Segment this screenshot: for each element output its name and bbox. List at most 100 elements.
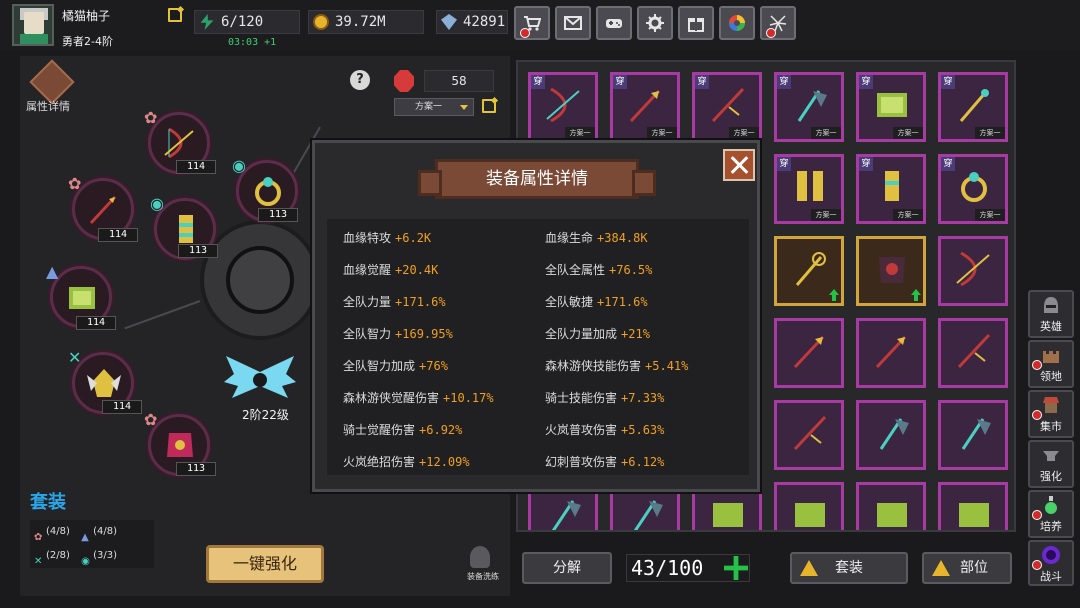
slot-level: 113 xyxy=(178,244,218,258)
gift-button[interactable] xyxy=(678,6,714,40)
inventory-item[interactable] xyxy=(938,318,1008,388)
equipment-core xyxy=(200,220,320,340)
nav-market-label: 集市 xyxy=(1040,420,1062,433)
stat-row: 全队全属性 +76.5% xyxy=(545,263,653,277)
nav-market[interactable]: 集市 xyxy=(1028,390,1074,438)
gold-counter[interactable]: 39.72M xyxy=(308,10,424,34)
inventory-item[interactable] xyxy=(774,400,844,470)
energy-counter[interactable]: 6/120 xyxy=(194,10,300,34)
plan-tag: 方案一 xyxy=(565,127,595,139)
winged-helm-icon xyxy=(87,369,121,397)
eye-icon: ◉ xyxy=(81,556,90,567)
equipped-tag: 穿 xyxy=(613,75,627,89)
nav-cultivate-label: 培养 xyxy=(1040,520,1062,533)
stat-row: 火岚普攻伤害 +5.63% xyxy=(545,423,665,437)
inventory-item[interactable] xyxy=(856,400,926,470)
bracer-icon xyxy=(885,171,899,201)
plan-dropdown[interactable]: 方案一 xyxy=(394,98,474,116)
inventory-item[interactable] xyxy=(938,236,1008,306)
gamepad-button[interactable] xyxy=(596,6,632,40)
inventory-item[interactable]: 穿 方案一 xyxy=(610,72,680,142)
equipped-tag: 穿 xyxy=(859,75,873,89)
inventory-item[interactable]: 穿 方案一 xyxy=(774,154,844,224)
player-avatar[interactable] xyxy=(12,4,54,46)
stat-row: 血缘生命 +384.8K xyxy=(545,231,648,245)
shop-button[interactable] xyxy=(514,6,550,40)
glaive-icon xyxy=(711,87,745,123)
attribute-detail-label: 属性详情 xyxy=(26,100,70,113)
nav-hero[interactable]: 英雄 xyxy=(1028,290,1074,338)
nav-territory[interactable]: 领地 xyxy=(1028,340,1074,388)
market-stall-icon xyxy=(1043,397,1059,413)
spear-icon xyxy=(629,89,661,123)
decompose-button[interactable]: 分解 xyxy=(522,552,612,584)
help-icon[interactable]: ? xyxy=(350,70,370,90)
attribute-detail-button[interactable]: 属性详情 xyxy=(26,59,78,116)
inventory-item[interactable] xyxy=(856,236,926,306)
inventory-item[interactable]: 穿 方案一 xyxy=(774,72,844,142)
nav-battle[interactable]: 战斗 xyxy=(1028,540,1074,586)
inventory-item[interactable] xyxy=(938,400,1008,470)
inventory-item[interactable] xyxy=(774,482,844,530)
stat-list: 血缘特攻 +6.2K 血缘觉醒 +20.4K 全队力量 +171.6% 全队智力 +16… xyxy=(327,219,749,475)
equipped-tag: 穿 xyxy=(695,75,709,89)
inventory-item[interactable]: 穿 方案一 xyxy=(856,154,926,224)
glaive-icon xyxy=(793,415,827,451)
core-sigil xyxy=(226,246,294,314)
settings-button[interactable] xyxy=(637,6,673,40)
event-alert-badge xyxy=(766,28,776,38)
axe-icon xyxy=(551,500,581,530)
inventory-item[interactable] xyxy=(856,482,926,530)
set-row: ✿(4/8) ▲(4/8) xyxy=(30,520,154,544)
stat-row: 全队智力 +169.95% xyxy=(343,327,453,341)
triangle-up-icon xyxy=(800,560,818,576)
slot-level: 113 xyxy=(176,462,216,476)
stat-row: 森林游侠技能伤害 +5.41% xyxy=(545,359,689,373)
inventory-item[interactable]: 穿 方案一 xyxy=(938,72,1008,142)
inventory-item[interactable] xyxy=(856,318,926,388)
set-row: ✕(2/8) ◉(3/3) xyxy=(30,544,154,568)
inventory-item[interactable] xyxy=(938,482,1008,530)
stat-row: 幻刺普攻伤害 +6.12% xyxy=(545,455,665,469)
inventory-item[interactable]: 穿 方案一 xyxy=(856,72,926,142)
inventory-item[interactable]: 穿 方案一 xyxy=(938,154,1008,224)
sort-by-set-button[interactable]: 套装 xyxy=(790,552,908,584)
equipped-tag: 穿 xyxy=(531,75,545,89)
nav-cultivate[interactable]: 培养 xyxy=(1028,490,1074,538)
nav-enhance-label: 强化 xyxy=(1040,470,1062,483)
wings-icon[interactable] xyxy=(224,352,296,408)
plan-tag: 方案一 xyxy=(811,127,841,139)
stat-row: 全队力量 +171.6% xyxy=(343,295,446,309)
axe-icon xyxy=(797,90,827,122)
inventory-item[interactable]: 穿 方案一 xyxy=(528,72,598,142)
sort-by-set-label: 套装 xyxy=(835,560,863,576)
eye-icon: ◉ xyxy=(232,156,246,175)
equipment-attribute-modal: 装备属性详情 血缘特攻 +6.2K 血缘觉醒 +20.4K 全队力量 +171.6% … xyxy=(312,140,760,492)
sort-by-slot-button[interactable]: 部位 xyxy=(922,552,1012,584)
mail-button[interactable] xyxy=(555,6,591,40)
modal-title: 装备属性详情 xyxy=(486,169,588,189)
edit-plan-icon[interactable] xyxy=(482,99,496,113)
castle-icon xyxy=(1043,351,1059,363)
dark-armor-icon xyxy=(879,257,905,283)
plan-tag: 方案一 xyxy=(893,209,923,221)
equipped-tag: 穿 xyxy=(777,75,791,89)
inventory-item[interactable]: 穿 方案一 xyxy=(692,72,762,142)
gift-icon xyxy=(688,18,704,32)
nav-enhance[interactable]: 强化 xyxy=(1028,440,1074,488)
close-button[interactable] xyxy=(723,149,755,181)
helmet-icon: ▲ xyxy=(46,262,59,281)
equipment-refine-button[interactable]: 装备洗练 xyxy=(458,546,502,586)
event-button[interactable] xyxy=(760,6,796,40)
inventory-item[interactable] xyxy=(774,318,844,388)
slot-level: 114 xyxy=(176,160,216,174)
edit-name-icon[interactable] xyxy=(168,8,182,22)
gem-counter[interactable]: 42891 xyxy=(436,10,508,34)
one-key-enhance-button[interactable]: 一键强化 xyxy=(206,545,324,583)
wheel-button[interactable] xyxy=(719,6,755,40)
set-count: (3/3) xyxy=(93,550,117,561)
stat-row: 森林游侠觉醒伤害 +10.17% xyxy=(343,391,494,405)
inventory-item[interactable] xyxy=(774,236,844,306)
rose-icon: ✿ xyxy=(34,532,43,543)
spear-icon xyxy=(793,335,825,369)
